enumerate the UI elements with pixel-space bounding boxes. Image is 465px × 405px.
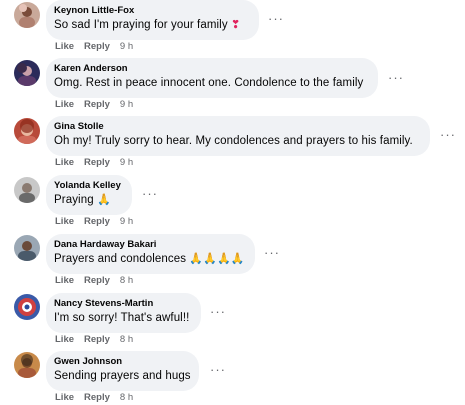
comment-author[interactable]: Dana Hardaway Bakari: [54, 239, 246, 251]
comment-author[interactable]: Yolanda Kelley: [54, 180, 123, 192]
praying-hands-emoji: 🙏🙏: [189, 253, 217, 265]
comment-actions: Like Reply 9 h: [55, 216, 133, 228]
avatar[interactable]: [14, 60, 40, 86]
reply-button[interactable]: Reply: [84, 334, 110, 345]
comments-list: Keynon Little-Fox So sad I'm praying for…: [0, 0, 465, 405]
comment-actions: Like Reply 8 h: [55, 392, 133, 404]
comment-text: So sad I'm praying for your family ❣: [54, 19, 241, 31]
like-button[interactable]: Like: [55, 99, 74, 110]
reply-button[interactable]: Reply: [84, 41, 110, 52]
more-options-icon[interactable]: ···: [268, 12, 284, 25]
comment-author[interactable]: Gwen Johnson: [54, 356, 190, 368]
praying-hands-emoji: 🙏: [97, 194, 111, 206]
comment-bubble: Gwen Johnson Sending prayers and hugs: [46, 351, 199, 391]
more-options-icon[interactable]: ···: [388, 71, 404, 84]
comment-timestamp[interactable]: 8 h: [120, 334, 133, 345]
comment-actions: Like Reply 9 h: [55, 41, 133, 53]
like-button[interactable]: Like: [55, 275, 74, 286]
comment-actions: Like Reply 8 h: [55, 334, 133, 346]
like-button[interactable]: Like: [55, 41, 74, 52]
avatar[interactable]: [14, 352, 40, 378]
comment-bubble: Dana Hardaway Bakari Prayers and condole…: [46, 234, 255, 274]
comment-timestamp[interactable]: 9 h: [120, 41, 133, 52]
comment-text: Praying 🙏: [54, 194, 111, 206]
comment-text: Sending prayers and hugs: [54, 370, 191, 382]
more-options-icon[interactable]: ···: [440, 128, 456, 141]
comment-author[interactable]: Nancy Stevens-Martin: [54, 298, 192, 310]
comment-bubble: Nancy Stevens-Martin I'm so sorry! That'…: [46, 293, 201, 333]
comment-author[interactable]: Karen Anderson: [54, 63, 369, 75]
reply-button[interactable]: Reply: [84, 392, 110, 403]
comment-timestamp[interactable]: 9 h: [120, 99, 133, 110]
comment-text: Prayers and condolences 🙏🙏🙏🙏: [54, 253, 245, 265]
praying-hands-emoji: 🙏🙏: [216, 253, 245, 265]
comment-timestamp[interactable]: 9 h: [120, 157, 133, 168]
reply-button[interactable]: Reply: [84, 216, 110, 227]
comment-bubble: Keynon Little-Fox So sad I'm praying for…: [46, 0, 259, 40]
comment-actions: Like Reply 9 h: [55, 157, 133, 169]
reply-button[interactable]: Reply: [84, 157, 110, 168]
like-button[interactable]: Like: [55, 392, 74, 403]
more-options-icon[interactable]: ···: [264, 246, 280, 259]
more-options-icon[interactable]: ···: [142, 187, 158, 200]
comment-timestamp[interactable]: 8 h: [120, 275, 133, 286]
comment-actions: Like Reply 8 h: [55, 275, 133, 287]
heart-emoji: ❣: [230, 19, 241, 31]
comment-text: Omg. Rest in peace innocent one. Condole…: [54, 77, 364, 89]
more-options-icon[interactable]: ···: [210, 363, 226, 376]
comment-text: Oh my! Truly sorry to hear. My condolenc…: [54, 135, 413, 147]
reply-button[interactable]: Reply: [84, 99, 110, 110]
comment-author[interactable]: Keynon Little-Fox: [54, 5, 250, 17]
comment-bubble: Gina Stolle Oh my! Truly sorry to hear. …: [46, 116, 430, 156]
comment-author[interactable]: Gina Stolle: [54, 121, 421, 133]
comment-text: I'm so sorry! That's awful!!: [54, 312, 190, 324]
avatar[interactable]: [14, 2, 40, 28]
avatar[interactable]: [14, 294, 40, 320]
like-button[interactable]: Like: [55, 157, 74, 168]
comment-timestamp[interactable]: 9 h: [120, 216, 133, 227]
avatar[interactable]: [14, 235, 40, 261]
reply-button[interactable]: Reply: [84, 275, 110, 286]
comment-bubble: Yolanda Kelley Praying 🙏: [46, 175, 132, 215]
comment-timestamp[interactable]: 8 h: [120, 392, 133, 403]
like-button[interactable]: Like: [55, 334, 74, 345]
more-options-icon[interactable]: ···: [210, 305, 226, 318]
avatar[interactable]: [14, 118, 40, 144]
avatar[interactable]: [14, 177, 40, 203]
comment-actions: Like Reply 9 h: [55, 99, 133, 111]
comment-bubble: Karen Anderson Omg. Rest in peace innoce…: [46, 58, 378, 98]
like-button[interactable]: Like: [55, 216, 74, 227]
